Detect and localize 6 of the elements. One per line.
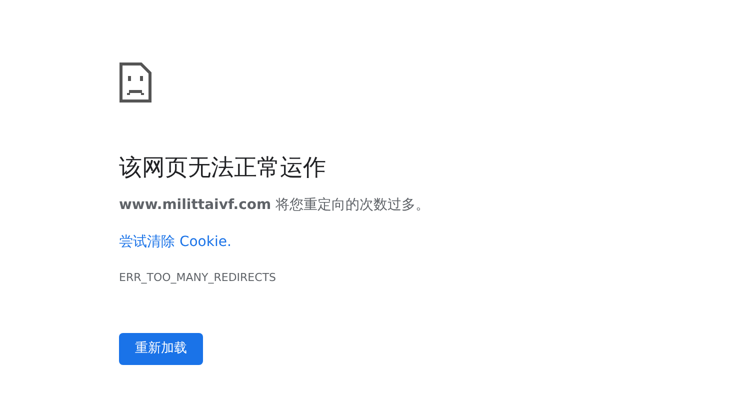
error-heading: 该网页无法正常运作: [119, 154, 327, 183]
error-code: ERR_TOO_MANY_REDIRECTS: [119, 271, 276, 285]
reload-button[interactable]: 重新加载: [119, 333, 203, 365]
clear-cookies-link[interactable]: 尝试清除 Cookie.: [119, 232, 232, 252]
error-message: www.milittaivf.com 将您重定向的次数过多。: [119, 196, 431, 215]
sad-page-icon: [119, 62, 152, 103]
